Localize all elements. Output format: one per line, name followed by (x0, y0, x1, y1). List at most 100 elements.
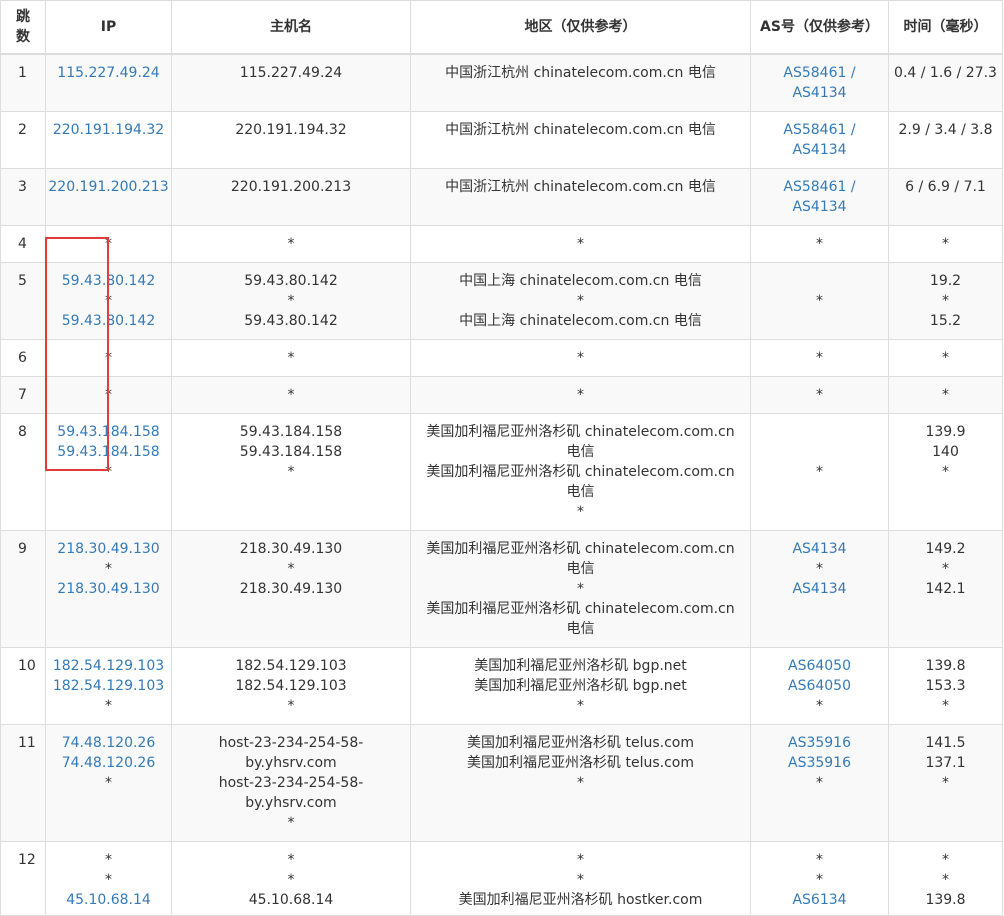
time-value: * (942, 386, 949, 403)
ip-cell: * (45, 375, 172, 414)
ip-link[interactable]: 59.43.80.142 (46, 271, 171, 291)
host-value: * (287, 235, 295, 252)
ip-cell: 220.191.194.32 (45, 110, 172, 169)
host-value: 59.43.80.142 (244, 312, 338, 329)
table-row: 2 220.191.194.32 220.191.194.32 中国浙江杭州 chin… (0, 110, 1003, 169)
host-value: * (287, 292, 295, 309)
as-cell: * (750, 375, 889, 414)
host-cell: 218.30.49.130 * 218.30.49.130 (171, 529, 411, 648)
region-value: * (577, 292, 584, 309)
ip-cell: 59.43.184.158 59.43.184.158 * (45, 412, 172, 531)
region-value: 美国加利福尼亚州洛杉矶 chinatelecom.com.cn 电信 (426, 423, 735, 460)
ip-value: * (105, 463, 112, 480)
as-link[interactable]: AS58461 / AS4134 (751, 63, 888, 103)
region-cell: * (410, 224, 751, 263)
ip-link[interactable]: 220.191.200.213 (46, 177, 171, 197)
time-value: 19.2 (929, 272, 962, 289)
host-value: * (287, 560, 295, 577)
table-row: 1 115.227.49.24 115.227.49.24 中国浙江杭州 chinat… (0, 53, 1003, 112)
host-value: 59.43.184.158 (239, 423, 343, 440)
region-value: 美国加利福尼亚州洛杉矶 chinatelecom.com.cn 电信 (426, 463, 735, 500)
region-cell: * (410, 338, 751, 377)
as-value: * (816, 463, 823, 480)
header-as: AS号（仅供参考） (750, 0, 889, 55)
region-value: * (577, 349, 584, 366)
as-link[interactable]: AS6134 (751, 890, 888, 910)
ip-link[interactable]: 182.54.129.103 (46, 656, 171, 676)
region-value: 美国加利福尼亚州洛杉矶 telus.com (467, 754, 694, 771)
region-value: 美国加利福尼亚州洛杉矶 bgp.net (474, 657, 687, 674)
as-link[interactable]: AS58461 / AS4134 (751, 120, 888, 160)
ip-link[interactable]: 45.10.68.14 (46, 890, 171, 910)
region-value: * (577, 503, 584, 520)
ip-link[interactable]: 74.48.120.26 (46, 733, 171, 753)
host-cell: host-23-234-254-58-by.yhsrv.com host-23-2… (171, 723, 411, 842)
region-value: * (577, 774, 584, 791)
time-cell: * (888, 338, 1003, 377)
as-cell: AS4134 * AS4134 (750, 529, 889, 648)
ip-value: * (105, 349, 112, 366)
region-cell: 中国浙江杭州 chinatelecom.com.cn 电信 (410, 110, 751, 169)
region-cell: * * 美国加利福尼亚州洛杉矶 hostker.com (410, 840, 751, 916)
table-row: 3 220.191.200.213 220.191.200.213 中国浙江杭州 ch… (0, 167, 1003, 226)
as-value: * (816, 349, 823, 366)
time-cell: * * 139.8 (888, 840, 1003, 916)
as-link[interactable]: AS35916 (751, 753, 888, 773)
ip-link[interactable]: 59.43.184.158 (46, 442, 171, 462)
as-link[interactable]: AS64050 (751, 656, 888, 676)
table-row: 9 218.30.49.130 * 218.30.49.130 218.30.49.13… (0, 529, 1003, 648)
ip-cell: * (45, 224, 172, 263)
ip-link[interactable]: 218.30.49.130 (46, 579, 171, 599)
ip-link[interactable]: 115.227.49.24 (46, 63, 171, 83)
table-row: 5 59.43.80.142 * 59.43.80.142 59.43.80.142 * 5… (0, 261, 1003, 340)
as-value: * (816, 851, 823, 868)
region-value: 中国浙江杭州 chinatelecom.com.cn 电信 (445, 65, 716, 81)
ip-cell: * * 45.10.68.14 (45, 840, 172, 916)
host-value: * (287, 386, 295, 403)
time-value: * (942, 560, 949, 577)
as-link[interactable]: AS35916 (751, 733, 888, 753)
ip-cell: 115.227.49.24 (45, 53, 172, 112)
ip-link[interactable]: 59.43.80.142 (46, 311, 171, 331)
as-link[interactable]: AS58461 / AS4134 (751, 177, 888, 217)
host-cell: 59.43.184.158 59.43.184.158 * (171, 412, 411, 531)
as-link[interactable]: AS4134 (751, 539, 888, 559)
time-value: 139.9 (925, 423, 966, 440)
time-value: 2.9 / 3.4 / 3.8 (898, 121, 993, 138)
hop-number: 4 (0, 224, 46, 263)
as-link[interactable]: AS4134 (751, 579, 888, 599)
ip-link[interactable]: 220.191.194.32 (46, 120, 171, 140)
table-row: 7 * * * * * (0, 375, 1003, 414)
region-cell: 美国加利福尼亚州洛杉矶 chinatelecom.com.cn 电信 美国加利福尼… (410, 412, 751, 531)
ip-link[interactable]: 74.48.120.26 (46, 753, 171, 773)
hop-number: 2 (0, 110, 46, 169)
ip-cell: 74.48.120.26 74.48.120.26 * (45, 723, 172, 842)
as-value (751, 442, 888, 462)
table-row: 10 182.54.129.103 182.54.129.103 * 182.54.12… (0, 646, 1003, 725)
host-cell: 182.54.129.103 182.54.129.103 * (171, 646, 411, 725)
as-value (751, 311, 888, 331)
region-value: * (577, 580, 584, 597)
hop-number: 11 (0, 723, 46, 842)
host-value: 59.43.80.142 (244, 272, 338, 289)
hop-number: 1 (0, 53, 46, 112)
host-value: * (287, 349, 295, 366)
as-value: * (816, 697, 823, 714)
ip-link[interactable]: 182.54.129.103 (46, 676, 171, 696)
ip-link[interactable]: 218.30.49.130 (46, 539, 171, 559)
header-hop: 跳数 (0, 0, 46, 55)
host-value: 182.54.129.103 (235, 657, 347, 674)
as-cell: * (750, 224, 889, 263)
region-cell: 中国浙江杭州 chinatelecom.com.cn 电信 (410, 167, 751, 226)
host-value: 220.191.200.213 (230, 178, 352, 195)
host-value: 182.54.129.103 (235, 677, 347, 694)
ip-value: * (105, 386, 112, 403)
ip-value: * (105, 235, 112, 252)
time-value: 149.2 (925, 540, 966, 557)
ip-link[interactable]: 59.43.184.158 (46, 422, 171, 442)
region-value: * (577, 697, 584, 714)
host-value: 115.227.49.24 (239, 65, 343, 81)
as-value: * (816, 774, 823, 791)
as-link[interactable]: AS64050 (751, 676, 888, 696)
ip-cell: 59.43.80.142 * 59.43.80.142 (45, 261, 172, 340)
